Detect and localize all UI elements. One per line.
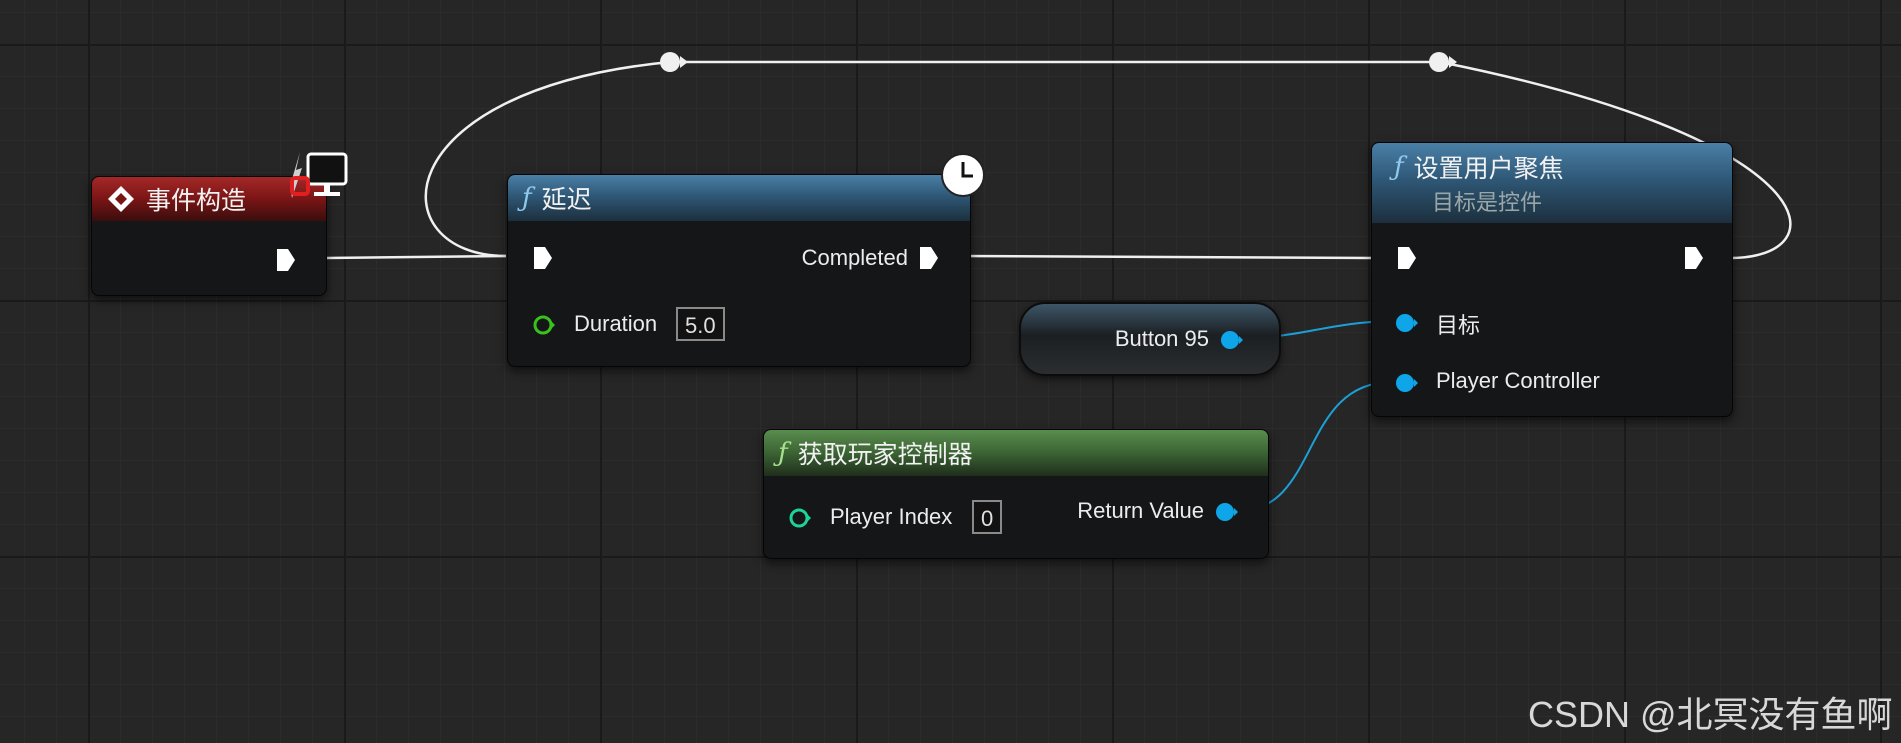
- reroute-knot-icon[interactable]: [660, 52, 688, 72]
- button-object-pin[interactable]: [1219, 328, 1243, 352]
- player-controller-object-pin[interactable]: [1394, 371, 1418, 395]
- player-index-label: Player Index: [830, 504, 953, 529]
- event-diamond-icon: [108, 186, 134, 212]
- function-icon: ƒ: [522, 183, 532, 213]
- target-object-pin[interactable]: [1394, 311, 1418, 335]
- variable-label: Button 95: [1114, 326, 1209, 351]
- duration-float-pin[interactable]: [532, 313, 556, 337]
- player-index-input[interactable]: 0: [972, 500, 1003, 534]
- latent-clock-icon: [940, 152, 986, 198]
- node-title: 延迟: [541, 186, 592, 214]
- set-user-focus-node[interactable]: ƒ 设置用户聚焦 目标是控件 目标 Player Controller: [1371, 142, 1733, 417]
- get-player-controller-header[interactable]: ƒ 获取玩家控制器: [764, 430, 1268, 476]
- node-title: 设置用户聚焦: [1413, 155, 1564, 183]
- delay-node-header[interactable]: ƒ 延迟: [508, 175, 970, 221]
- completed-label: Completed: [801, 245, 908, 270]
- function-icon: ƒ: [778, 438, 788, 468]
- exec-output-pin[interactable]: [1683, 245, 1705, 271]
- exec-input-pin[interactable]: [532, 245, 554, 271]
- return-value-object-pin[interactable]: [1214, 500, 1238, 524]
- get-player-controller-node[interactable]: ƒ 获取玩家控制器 Player Index 0 Return Value: [763, 429, 1269, 559]
- return-value-label: Return Value: [1077, 498, 1204, 523]
- node-subtitle: 目标是控件: [1432, 190, 1543, 215]
- set-focus-node-header[interactable]: ƒ 设置用户聚焦 目标是控件: [1372, 143, 1732, 223]
- button-variable-node[interactable]: Button 95: [1019, 302, 1281, 376]
- exec-wire-event-to-delay[interactable]: [325, 254, 507, 260]
- node-title: 获取玩家控制器: [797, 441, 973, 469]
- node-title: 事件构造: [146, 187, 247, 215]
- completed-exec-output-pin[interactable]: [918, 245, 940, 271]
- exec-wire-completed-to-setfocus[interactable]: [961, 254, 1373, 260]
- function-icon: ƒ: [1394, 152, 1404, 182]
- player-index-int-pin[interactable]: [788, 506, 812, 530]
- target-label: 目标: [1436, 313, 1481, 338]
- duration-label: Duration: [574, 311, 658, 336]
- exec-input-pin[interactable]: [1396, 245, 1418, 271]
- duration-input[interactable]: 5.0: [676, 307, 725, 341]
- client-monitor-icon: [286, 148, 352, 204]
- exec-output-pin[interactable]: [275, 247, 297, 273]
- watermark-text: CSDN @北冥没有鱼啊: [1528, 694, 1893, 735]
- delay-node[interactable]: ƒ 延迟 Completed Duration 5.0: [507, 174, 971, 367]
- reroute-knot-icon[interactable]: [1429, 52, 1457, 72]
- player-controller-label: Player Controller: [1436, 368, 1600, 393]
